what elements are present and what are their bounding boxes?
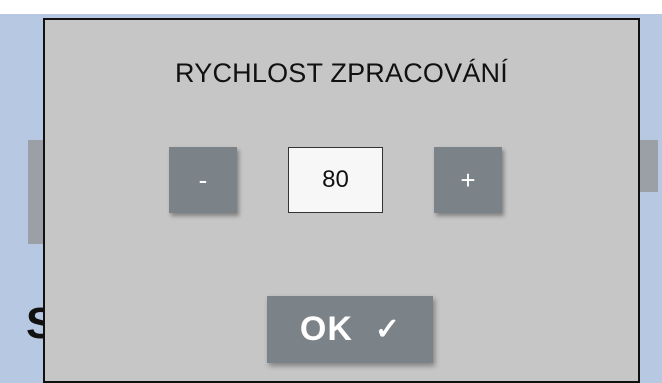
- dialog-title: RYCHLOST ZPRACOVÁNÍ: [175, 58, 508, 88]
- ok-button[interactable]: OK ✓: [267, 296, 433, 363]
- background-right-panel: [638, 140, 658, 192]
- speed-dialog: RYCHLOST ZPRACOVÁNÍ - 80 + OK ✓: [43, 18, 640, 383]
- speed-value-field[interactable]: 80: [288, 147, 383, 213]
- decrement-button[interactable]: -: [169, 147, 237, 213]
- increment-button[interactable]: +: [434, 147, 502, 213]
- ok-button-label: OK: [299, 310, 353, 348]
- check-icon: ✓: [374, 312, 401, 346]
